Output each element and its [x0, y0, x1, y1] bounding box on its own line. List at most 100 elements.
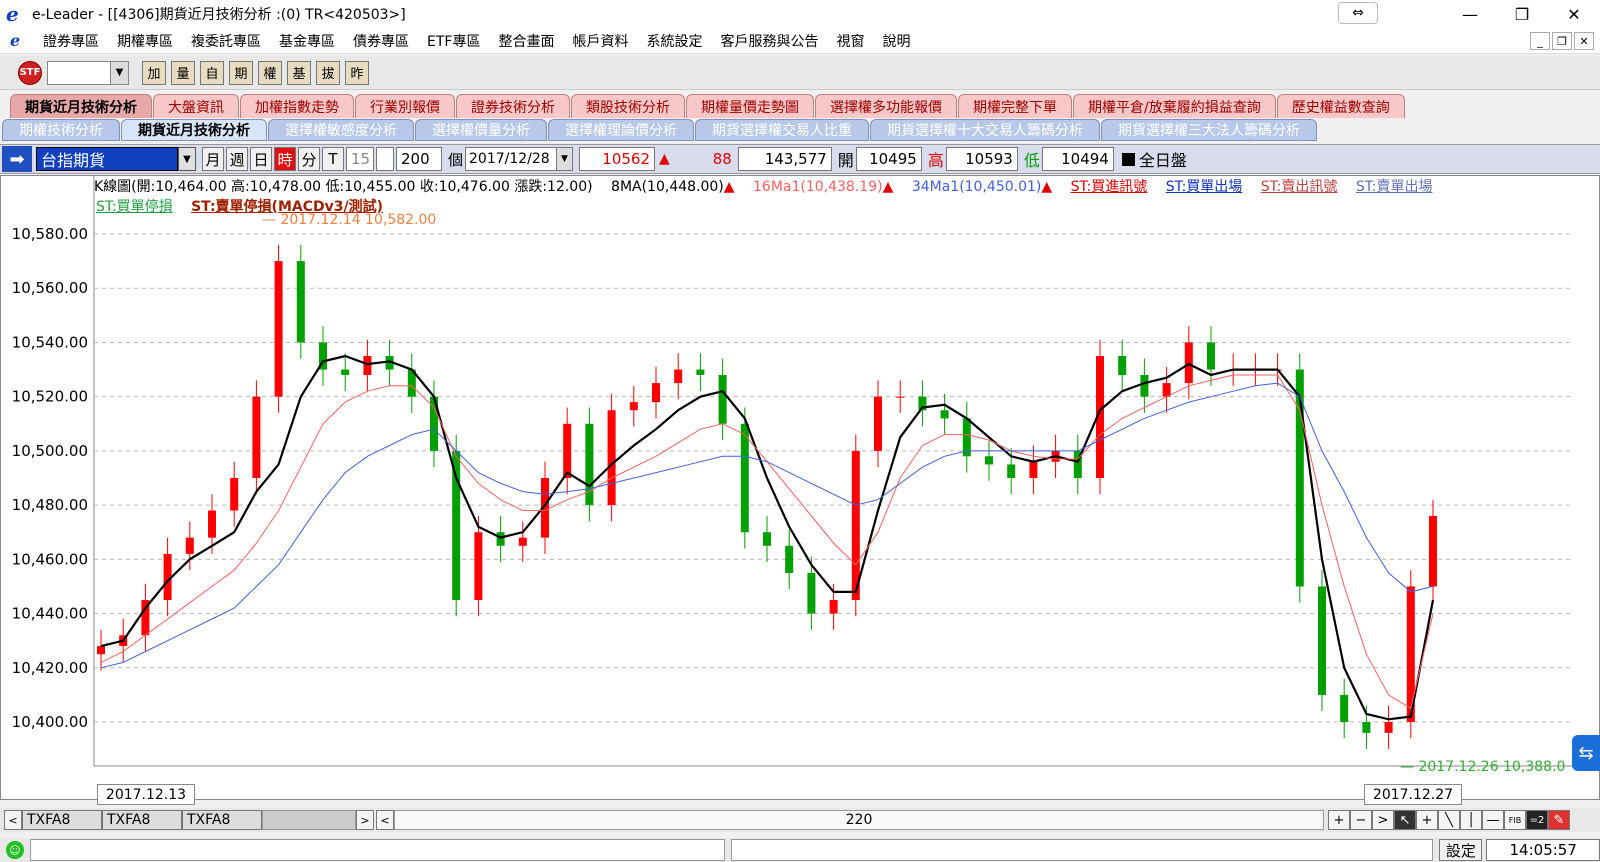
symbol-tab[interactable]: TXFA8 — [182, 810, 262, 830]
child-minimize-button[interactable]: _ — [1530, 32, 1550, 50]
tab-sub[interactable]: 期權技術分析 — [2, 119, 120, 141]
menu-item[interactable]: 帳戶資料 — [563, 31, 637, 51]
page-left-button[interactable]: < — [376, 810, 394, 830]
menu-item[interactable]: 複委託專區 — [182, 31, 270, 51]
tab-main[interactable]: 加權指數走勢 — [240, 94, 354, 118]
menu-item[interactable]: 整合畫面 — [489, 31, 563, 51]
legend-st-buy-signal[interactable]: ST:買進訊號 — [1071, 179, 1148, 195]
candle-body — [97, 646, 105, 655]
tab-main[interactable]: 期權量價走勢圖 — [686, 94, 814, 118]
symbol-dropdown-button[interactable]: ▼ — [178, 147, 196, 171]
menu-item[interactable]: 債券專區 — [344, 31, 418, 51]
legend-st-sell-signal[interactable]: ST:賣出訊號 — [1261, 179, 1338, 195]
tab-main[interactable]: 歷史權益數查詢 — [1276, 94, 1405, 118]
toolbar-button[interactable]: 基 — [287, 60, 311, 85]
tabs-right-button[interactable]: > — [356, 810, 374, 830]
period-button[interactable]: 週 — [226, 147, 248, 171]
toolbar-button[interactable]: 昨 — [345, 60, 369, 85]
tab-main[interactable]: 期權完整下單 — [958, 94, 1072, 118]
menu-item[interactable]: 說明 — [873, 31, 919, 51]
toolbar-button[interactable]: 拔 — [316, 60, 340, 85]
chevron-down-icon: ▼ — [556, 148, 573, 170]
crosshair-tool-icon[interactable]: + — [1416, 810, 1438, 830]
tab-main[interactable]: 期權平倉/放棄履約損益查詢 — [1073, 94, 1276, 118]
chart-panel[interactable]: 10,580.00 10,560.00 10,540.00 10,520.00 10,5… — [0, 175, 1600, 800]
menu-item[interactable]: ETF專區 — [418, 31, 489, 51]
toolbar-button[interactable]: 加 — [142, 60, 166, 85]
menu-item[interactable]: 期權專區 — [108, 31, 182, 51]
tab-main[interactable]: 大盤資訊 — [153, 94, 239, 118]
minute-input[interactable]: 15 — [346, 147, 374, 171]
vline-tool-icon[interactable]: │ — [1460, 810, 1482, 830]
high-annotation-text: 2017.12.14 10,582.00 — [280, 212, 437, 228]
menu-item[interactable]: 視窗 — [827, 31, 873, 51]
cursor-tool-icon[interactable]: ↖ — [1394, 810, 1416, 830]
tab-sub[interactable]: 期貨近月技術分析 — [121, 119, 267, 141]
candle-body — [985, 456, 993, 465]
tab-sub[interactable]: 選擇權理論價分析 — [548, 119, 694, 141]
symbol-tab[interactable]: TXFA8 — [102, 810, 182, 830]
session-checkbox[interactable] — [1121, 152, 1135, 166]
candle-body — [452, 450, 461, 600]
scroll-track[interactable]: 220 — [394, 810, 1324, 830]
toolbar-button[interactable]: 權 — [258, 60, 282, 85]
period-button[interactable]: 月 — [202, 147, 224, 171]
period-button[interactable]: T — [322, 147, 344, 171]
y-tick-label: 10,480.00 — [12, 496, 88, 514]
toolbar-button[interactable]: 量 — [171, 60, 195, 85]
stf-logo-button[interactable]: STF — [18, 60, 42, 85]
symbol-tab[interactable]: TXFA8 — [22, 810, 102, 830]
legend-st-sell-exit[interactable]: ST:賣單出場 — [1356, 179, 1433, 195]
draw-tool-icon[interactable]: ✎ — [1548, 810, 1570, 830]
toolbar-button[interactable]: 自 — [200, 60, 224, 85]
tab-main[interactable]: 證券技術分析 — [456, 94, 570, 118]
scroll-right-button[interactable]: > — [1372, 810, 1394, 830]
price-chart[interactable]: 10,580.00 10,560.00 10,540.00 10,520.00 10,5… — [1, 176, 1599, 799]
toolbar-combo[interactable]: ▼ — [47, 60, 129, 85]
legend-st-buy-exit[interactable]: ST:買單出場 — [1166, 179, 1243, 195]
go-arrow-button[interactable]: ➡ — [2, 146, 32, 172]
child-close-button[interactable]: ✕ — [1574, 32, 1594, 50]
period-button[interactable]: 分 — [298, 147, 320, 171]
menu-item[interactable]: 系統設定 — [637, 31, 711, 51]
menu-item[interactable]: 客戶服務與公告 — [711, 31, 827, 51]
candle-body — [785, 545, 794, 573]
menu-item[interactable]: 證券專區 — [34, 31, 108, 51]
candle-body — [518, 537, 527, 546]
tab-main[interactable]: 選擇權多功能報價 — [815, 94, 957, 118]
legend-st-buy-stop[interactable]: ST:買單停損 — [96, 199, 173, 215]
tab-sub[interactable]: 期貨選擇權十大交易人籌碼分析 — [870, 119, 1100, 141]
count-input[interactable]: 200 — [396, 147, 442, 171]
scroll-left-button[interactable]: < — [4, 810, 22, 830]
toolbar-button[interactable]: 期 — [229, 60, 253, 85]
trendline-tool-icon[interactable]: ╲ — [1438, 810, 1460, 830]
tab-main[interactable]: 期貨近月技術分析 — [10, 94, 152, 118]
tab-main[interactable]: 類股技術分析 — [571, 94, 685, 118]
zoom-in-button[interactable]: + — [1328, 810, 1350, 830]
minimize-button[interactable]: — — [1444, 0, 1496, 28]
change-value: 88 — [712, 150, 732, 168]
close-button[interactable]: ✕ — [1548, 0, 1600, 28]
legend-ma16: 16Ma1(10,438.19) — [753, 179, 883, 195]
child-restore-button[interactable]: ❐ — [1552, 32, 1572, 50]
date-picker[interactable]: 2017/12/28 ▼ — [465, 147, 574, 171]
menu-item[interactable]: 基金專區 — [270, 31, 344, 51]
candle-body — [718, 374, 727, 424]
period-button[interactable]: 時 — [274, 147, 296, 171]
minute-spin[interactable] — [376, 147, 394, 171]
period-button[interactable]: 日 — [250, 147, 272, 171]
tab-sub[interactable]: 選擇權價量分析 — [415, 119, 547, 141]
tab-main[interactable]: 行業別報價 — [355, 94, 455, 118]
symbol-input[interactable]: 台指期貨 — [36, 147, 178, 171]
tab-sub[interactable]: 選擇權敏感度分析 — [268, 119, 414, 141]
resize-arrows-icon[interactable]: ⇔ — [1338, 2, 1378, 24]
maximize-button[interactable]: ❐ — [1496, 0, 1548, 28]
tab-sub[interactable]: 期貨選擇權三大法人籌碼分析 — [1101, 119, 1317, 141]
tab-sub[interactable]: 期貨選擇權交易人比重 — [695, 119, 869, 141]
multi-line-tool-icon[interactable]: =2 — [1526, 810, 1548, 830]
zoom-out-button[interactable]: − — [1350, 810, 1372, 830]
settings-button[interactable]: 設定 — [1439, 839, 1483, 861]
hline-tool-icon[interactable]: — — [1482, 810, 1504, 830]
teamviewer-icon[interactable]: ⇆ — [1572, 735, 1600, 771]
fibonacci-tool-icon[interactable]: FIB — [1504, 810, 1526, 830]
